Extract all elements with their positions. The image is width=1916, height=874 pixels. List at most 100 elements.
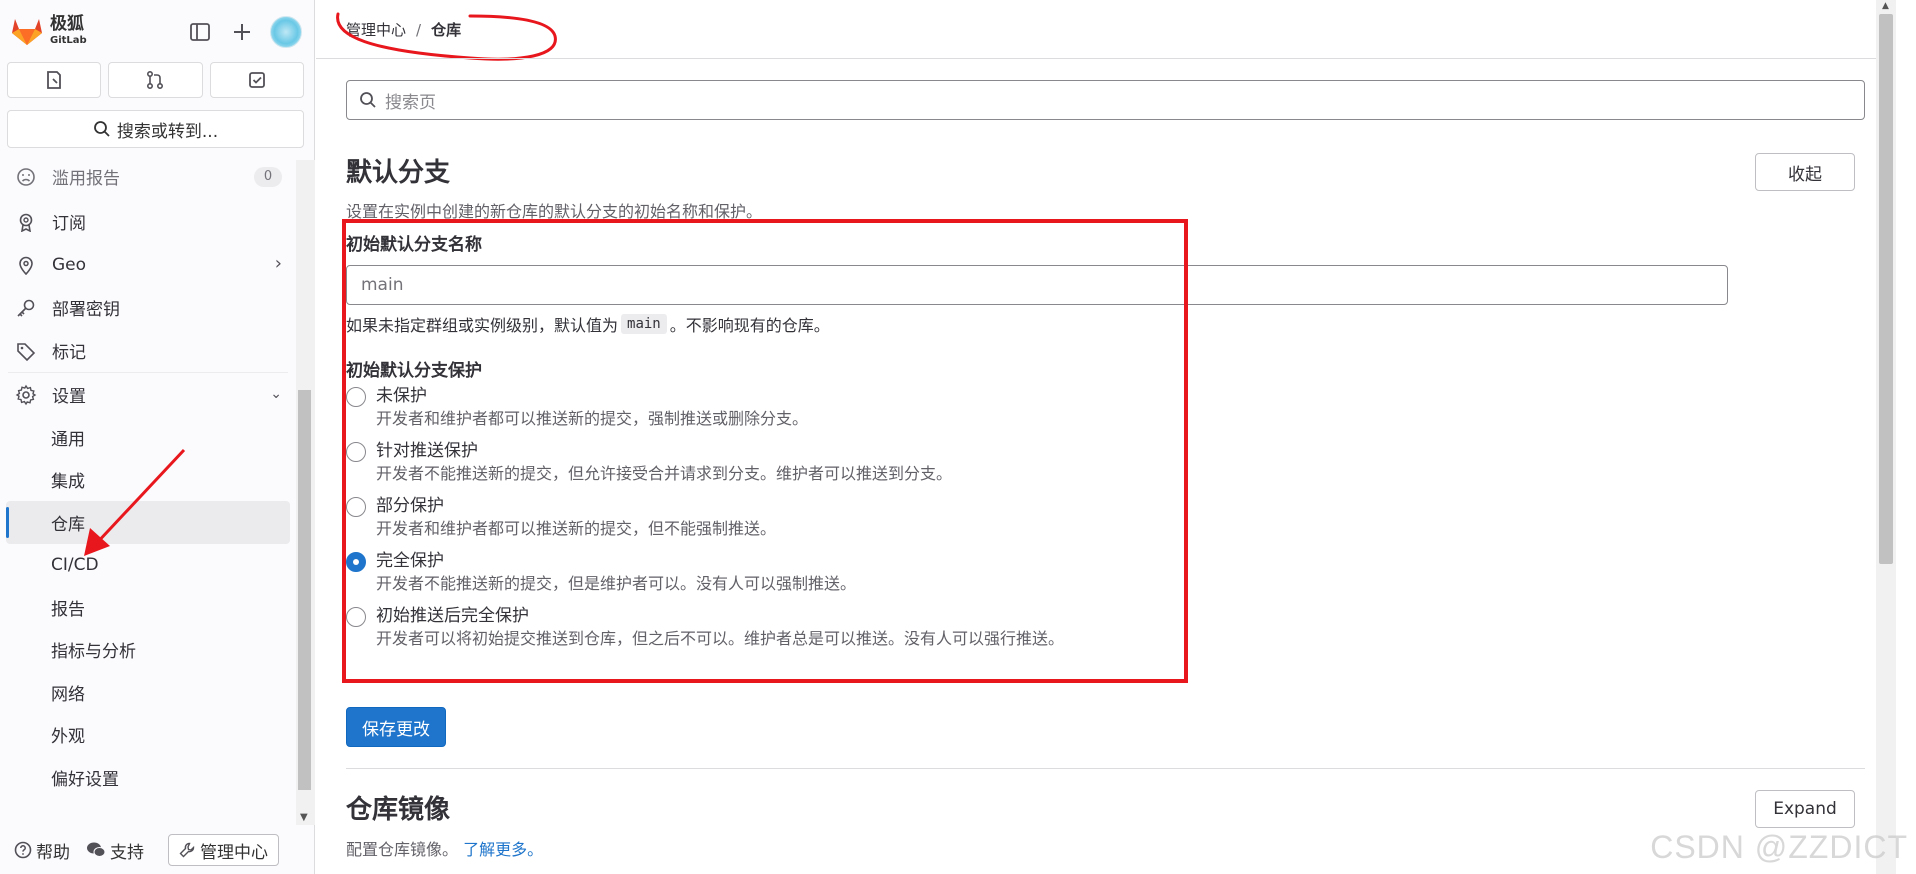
todo-button[interactable] xyxy=(209,62,304,98)
option-description: 开发者不能推送新的提交，但允许接受合并请求到分支。维护者可以推送到分支。 xyxy=(376,464,953,483)
branch-name-placeholder: main xyxy=(361,275,404,295)
brand-sub: GitLab xyxy=(50,35,87,46)
search-icon xyxy=(360,92,376,108)
sidebar-search-label: 搜索或转到... xyxy=(116,121,219,142)
merge-requests-button[interactable] xyxy=(108,62,203,98)
admin-area-button[interactable]: 管理中心 xyxy=(168,834,279,866)
sidebar-subitem-integrations[interactable]: 集成 xyxy=(0,459,296,502)
scroll-down-icon[interactable]: ▼ xyxy=(300,812,308,823)
brand[interactable]: 极狐 GitLab xyxy=(10,14,87,48)
radio-button-checked[interactable] xyxy=(346,552,366,572)
search-icon xyxy=(93,121,110,137)
sidebar-item-label: 订阅 xyxy=(52,214,86,234)
sidebar-subitem-preferences[interactable]: 偏好设置 xyxy=(0,756,296,799)
option-label: 部分保护 xyxy=(376,496,444,516)
sidebar-footer: 帮助 支持 管理中心 xyxy=(0,826,315,874)
sidebar-subitem-repository[interactable]: 仓库 xyxy=(6,501,290,544)
key-icon xyxy=(14,296,38,320)
section-divider xyxy=(346,768,1865,769)
admin-label: 管理中心 xyxy=(200,842,268,863)
sidebar-item-settings[interactable]: 设置 ⌄ xyxy=(0,373,296,416)
option-description: 开发者和维护者都可以推送新的提交，强制推送或删除分支。 xyxy=(376,409,809,428)
wechat-icon xyxy=(87,842,106,857)
sidebar-item-label: Geo xyxy=(52,254,87,275)
protection-option-push[interactable]: 针对推送保护 开发者不能推送新的提交，但允许接受合并请求到分支。维护者可以推送到… xyxy=(346,440,952,485)
sidebar-top-actions xyxy=(186,16,302,48)
header-divider xyxy=(316,58,1896,59)
chevron-right-icon: › xyxy=(274,253,282,274)
option-label: 针对推送保护 xyxy=(376,441,478,461)
sidebar-item-geo[interactable]: Geo › xyxy=(0,243,296,286)
collapse-button[interactable]: 收起 xyxy=(1755,153,1855,191)
branch-name-help: 如果未指定群组或实例级别，默认值为 main 。不影响现有的仓库。 xyxy=(346,312,830,336)
sidebar-subitem-metrics[interactable]: 指标与分析 xyxy=(0,629,296,672)
quick-actions xyxy=(7,62,304,98)
sidebar: 极狐 GitLab 搜索或转到... 滥用报告 0 订阅 Geo › 部署密钥 … xyxy=(0,0,315,874)
sidebar-item-abuse-reports[interactable]: 滥用报告 0 xyxy=(0,160,296,193)
help-prefix: 如果未指定群组或实例级别，默认值为 xyxy=(346,316,619,335)
page-search-input[interactable]: 搜索页 xyxy=(346,80,1865,120)
help-label: 帮助 xyxy=(36,842,70,863)
wrench-icon xyxy=(179,842,195,858)
sidebar-subitem-network[interactable]: 网络 xyxy=(0,671,296,714)
help-link[interactable]: 帮助 xyxy=(14,838,70,863)
annotation-oval xyxy=(336,12,557,61)
main-content: 管理中心 / 仓库 搜索页 默认分支 设置在实例中创建的新仓库的默认分支的初始名… xyxy=(316,0,1896,874)
gitlab-logo-icon xyxy=(12,19,42,45)
help-icon xyxy=(14,841,32,859)
sidebar-subitem-general[interactable]: 通用 xyxy=(0,416,296,459)
todo-icon xyxy=(248,72,265,88)
protection-option-partial[interactable]: 部分保护 开发者和维护者都可以推送新的提交，但不能强制推送。 xyxy=(346,495,776,540)
radio-button[interactable] xyxy=(346,497,366,517)
protection-option-none[interactable]: 未保护 开发者和维护者都可以推送新的提交，强制推送或删除分支。 xyxy=(346,385,808,430)
page-search-placeholder: 搜索页 xyxy=(385,92,436,113)
sidebar-item-subscription[interactable]: 订阅 xyxy=(0,200,296,243)
tag-icon xyxy=(14,339,38,363)
mirror-description-text: 配置仓库镜像。 xyxy=(346,840,459,859)
sidebar-subitem-appearance[interactable]: 外观 xyxy=(0,714,296,757)
location-pin-icon xyxy=(14,253,38,277)
option-label: 初始推送后完全保护 xyxy=(376,606,529,626)
sidebar-item-label: 设置 xyxy=(52,387,86,407)
radio-button[interactable] xyxy=(346,607,366,627)
issues-button[interactable] xyxy=(7,62,102,98)
expand-button[interactable]: Expand xyxy=(1755,790,1855,828)
option-description: 开发者不能推送新的提交，但是维护者可以。没有人可以强制推送。 xyxy=(376,574,857,593)
sidebar-item-labels[interactable]: 标记 xyxy=(0,329,296,372)
gear-icon xyxy=(14,383,38,407)
avatar[interactable] xyxy=(270,16,302,48)
option-description: 开发者可以将初始提交推送到仓库，但之后不可以。维护者总是可以推送。没有人可以强行… xyxy=(376,629,1065,648)
chevron-down-icon: ⌄ xyxy=(270,386,282,402)
learn-more-link[interactable]: 了解更多。 xyxy=(463,840,543,859)
save-changes-button[interactable]: 保存更改 xyxy=(346,707,446,747)
toggle-sidebar-icon[interactable] xyxy=(186,18,214,46)
branch-name-label: 初始默认分支名称 xyxy=(346,235,482,255)
option-label: 完全保护 xyxy=(376,551,444,571)
sidebar-search-button[interactable]: 搜索或转到... xyxy=(7,110,304,148)
issues-icon xyxy=(47,71,62,89)
page-scrollbar[interactable]: ▲ xyxy=(1876,0,1896,874)
help-suffix: 。不影响现有的仓库。 xyxy=(669,316,830,335)
sidebar-subitem-cicd[interactable]: CI/CD xyxy=(0,544,296,587)
branch-protection-label: 初始默认分支保护 xyxy=(346,361,482,381)
sidebar-scrollbar[interactable]: ▼ xyxy=(296,160,315,825)
merge-request-icon xyxy=(147,70,164,90)
watermark: CSDN @ZZDICT xyxy=(1650,829,1908,865)
sidebar-subitem-reporting[interactable]: 报告 xyxy=(0,586,296,629)
radio-button[interactable] xyxy=(346,387,366,407)
scrollbar-thumb[interactable] xyxy=(1879,14,1893,564)
count-badge: 0 xyxy=(254,167,282,187)
support-link[interactable]: 支持 xyxy=(86,838,144,863)
branch-name-input[interactable]: main xyxy=(346,265,1728,305)
sidebar-item-label: 部署密钥 xyxy=(52,300,120,320)
protection-option-full-after-push[interactable]: 初始推送后完全保护 开发者可以将初始提交推送到仓库，但之后不可以。维护者总是可以… xyxy=(346,605,1064,650)
mirror-description: 配置仓库镜像。 了解更多。 xyxy=(346,836,543,860)
scrollbar-thumb[interactable] xyxy=(298,390,311,790)
protection-option-full[interactable]: 完全保护 开发者不能推送新的提交，但是维护者可以。没有人可以强制推送。 xyxy=(346,550,856,595)
sidebar-item-deploy-keys[interactable]: 部署密钥 xyxy=(0,286,296,329)
plus-icon[interactable] xyxy=(228,18,256,46)
radio-button[interactable] xyxy=(346,442,366,462)
scroll-up-icon[interactable]: ▲ xyxy=(1882,1,1889,11)
brand-name: 极狐 xyxy=(50,14,84,34)
support-label: 支持 xyxy=(110,842,144,863)
